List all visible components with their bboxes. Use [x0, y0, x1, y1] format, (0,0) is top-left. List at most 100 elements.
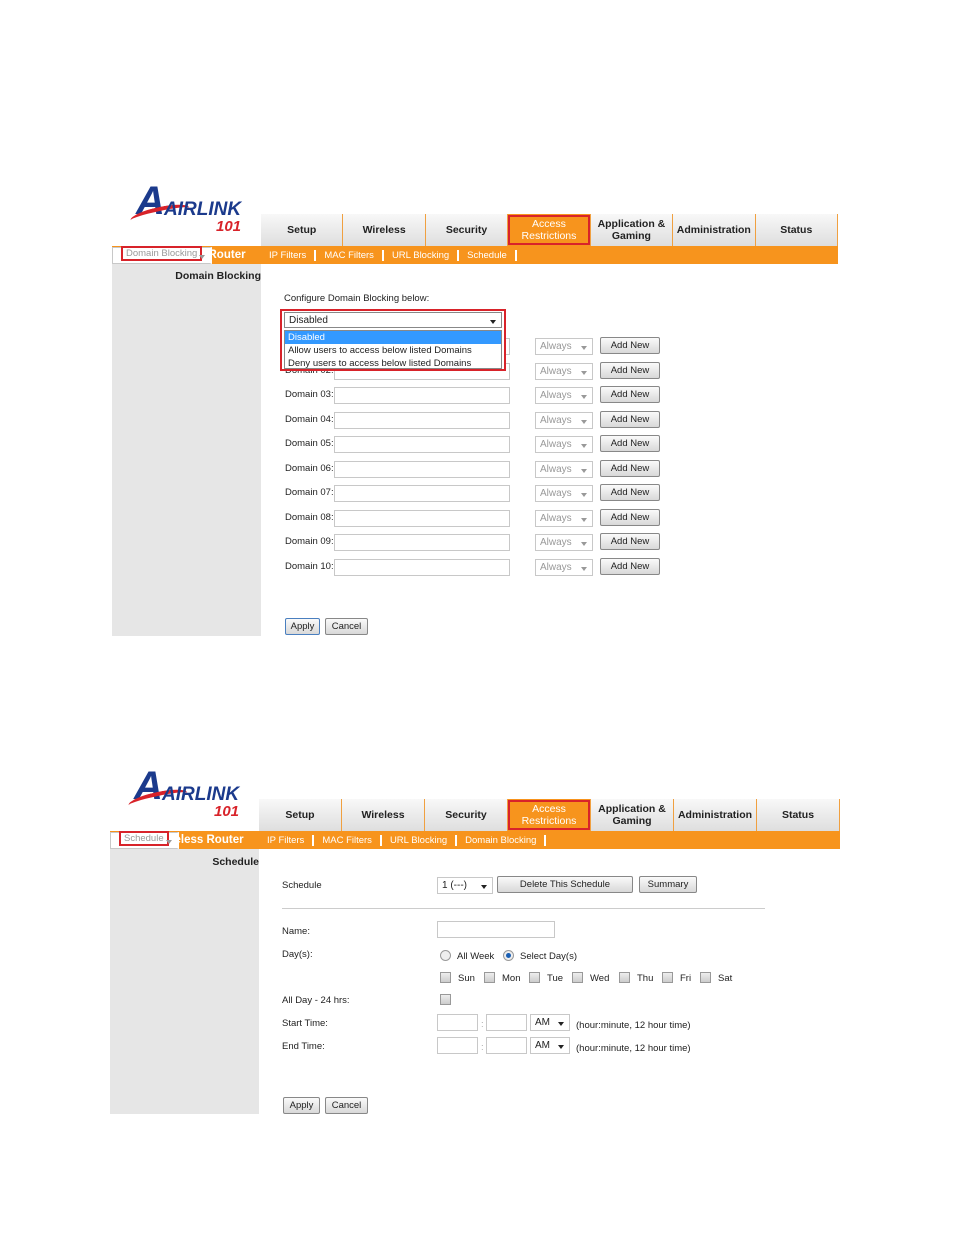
day-checkbox-sat[interactable] [700, 972, 711, 983]
subnav-domain-blocking[interactable]: Domain Blocking [112, 245, 213, 264]
domain-input[interactable] [334, 534, 510, 551]
day-checkbox-thu[interactable] [619, 972, 630, 983]
cancel-button[interactable]: Cancel [325, 1097, 368, 1114]
tab-administration[interactable]: Administration [673, 214, 756, 246]
day-label: Wed [590, 973, 610, 984]
tab-status[interactable]: Status [757, 799, 840, 831]
cancel-button[interactable]: Cancel [325, 618, 368, 635]
add-new-button[interactable]: Add New [600, 557, 660, 575]
time-separator: : [481, 1042, 484, 1053]
day-checkbox-wed[interactable] [572, 972, 583, 983]
apply-button[interactable]: Apply [285, 618, 320, 635]
day-checkbox-tue[interactable] [529, 972, 540, 983]
add-new-button[interactable]: Add New [600, 435, 660, 452]
start-time-hint: (hour:minute, 12 hour time) [576, 1020, 691, 1031]
tab-setup[interactable]: Setup [259, 799, 342, 831]
schedule-select[interactable]: Always [535, 558, 593, 576]
dropdown-option[interactable]: Allow users to access below listed Domai… [285, 344, 501, 357]
airlink-logo: A AIRLINK 101 [127, 764, 248, 825]
left-column [110, 849, 259, 1114]
tab-status[interactable]: Status [756, 214, 838, 246]
add-new-button[interactable]: Add New [600, 484, 660, 501]
schedule-select[interactable]: Always [535, 460, 593, 478]
days-label: Day(s): [282, 949, 313, 960]
dropdown-option[interactable]: Disabled [285, 331, 501, 344]
subnav-mac-filters[interactable]: MAC Filters [314, 834, 382, 846]
domain-input[interactable] [334, 485, 510, 502]
add-new-button[interactable]: Add New [600, 410, 660, 428]
end-ampm-select[interactable]: AM [530, 1037, 570, 1054]
domain-input[interactable] [334, 558, 510, 576]
end-hour-input[interactable] [437, 1037, 478, 1054]
day-checkbox-sun[interactable] [440, 972, 451, 983]
schedule-select[interactable]: Always [535, 436, 593, 453]
tab-security[interactable]: Security [426, 214, 509, 246]
day-checkbox-mon[interactable] [484, 972, 495, 983]
day-checkbox-fri[interactable] [662, 972, 673, 983]
subnav-mac-filters[interactable]: MAC Filters [316, 249, 384, 261]
domain-input[interactable] [334, 387, 510, 404]
subnav-label: Schedule [119, 830, 169, 846]
subnav-schedule[interactable]: Schedule [110, 830, 179, 849]
day-label: Tue [547, 973, 564, 984]
all-week-radio[interactable] [440, 950, 451, 961]
name-input[interactable] [437, 921, 555, 938]
delete-schedule-button[interactable]: Delete This Schedule [497, 876, 633, 893]
add-new-button[interactable]: Add New [600, 459, 660, 477]
summary-button[interactable]: Summary [639, 876, 697, 893]
select-days-radio[interactable] [503, 950, 514, 961]
add-new-button[interactable]: Add New [600, 337, 660, 354]
domain-input[interactable] [334, 460, 510, 478]
subnav-url-blocking[interactable]: URL Blocking [384, 249, 460, 261]
schedule-select[interactable]: Always [535, 509, 593, 527]
start-minute-input[interactable] [486, 1014, 527, 1031]
subnav-ip-filters[interactable]: IP Filters [261, 249, 317, 261]
tab-access-restrictions[interactable]: Access Restrictions [508, 214, 591, 246]
domain-mode-select[interactable]: Disabled [284, 312, 502, 328]
schedule-select[interactable]: Always [535, 485, 593, 502]
tab-label: Administration [676, 224, 751, 236]
domain-input[interactable] [334, 509, 510, 527]
subnav-url-blocking[interactable]: URL Blocking [382, 834, 458, 846]
schedule-select[interactable]: 1 (---) [437, 877, 493, 894]
dropdown-option[interactable]: Deny users to access below listed Domain… [285, 357, 501, 370]
all-week-label: All Week [457, 951, 495, 962]
add-new-button[interactable]: Add New [600, 533, 660, 550]
start-hour-input[interactable] [437, 1014, 478, 1031]
day-label: Mon [502, 973, 521, 984]
domain-input[interactable] [334, 436, 510, 453]
schedule-select[interactable]: Always [535, 338, 593, 355]
add-new-button[interactable]: Add New [600, 508, 660, 526]
domain-label: Domain 10: [285, 560, 334, 572]
allday-checkbox[interactable] [440, 994, 451, 1005]
tab-label: Wireless [361, 809, 405, 821]
main-nav: Setup Wireless Security Access Restrictions… [259, 799, 840, 831]
schedule-select[interactable]: Always [535, 534, 593, 551]
domain-label: Domain 03: [285, 389, 334, 400]
tab-wireless[interactable]: Wireless [343, 214, 426, 246]
schedule-select[interactable]: Always [535, 411, 593, 429]
tab-access-restrictions[interactable]: Access Restrictions [508, 799, 591, 831]
subnav-schedule[interactable]: Schedule [459, 249, 517, 261]
add-new-button[interactable]: Add New [600, 361, 660, 379]
tab-wireless[interactable]: Wireless [342, 799, 425, 831]
schedule-select[interactable]: Always [535, 362, 593, 380]
subnav-label: URL Blocking [391, 249, 450, 261]
tab-label: Application & Gaming [598, 803, 666, 827]
start-ampm-select[interactable]: AM [530, 1014, 570, 1031]
main-nav: Setup Wireless Security Access Restrictions… [261, 214, 838, 246]
tab-application-gaming[interactable]: Application & Gaming [591, 799, 674, 831]
subnav-ip-filters[interactable]: IP Filters [259, 834, 315, 846]
end-minute-input[interactable] [486, 1037, 527, 1054]
tab-application-gaming[interactable]: Application & Gaming [591, 214, 674, 246]
apply-button[interactable]: Apply [283, 1097, 320, 1114]
tab-administration[interactable]: Administration [674, 799, 757, 831]
day-label: Fri [680, 973, 692, 984]
schedule-select[interactable]: Always [535, 387, 593, 404]
subnav-domain-blocking[interactable]: Domain Blocking [457, 834, 547, 846]
add-new-button[interactable]: Add New [600, 386, 660, 403]
airlink-logo: A AIRLINK 101 [129, 179, 250, 240]
tab-setup[interactable]: Setup [261, 214, 344, 246]
domain-input[interactable] [334, 411, 510, 429]
tab-security[interactable]: Security [425, 799, 508, 831]
